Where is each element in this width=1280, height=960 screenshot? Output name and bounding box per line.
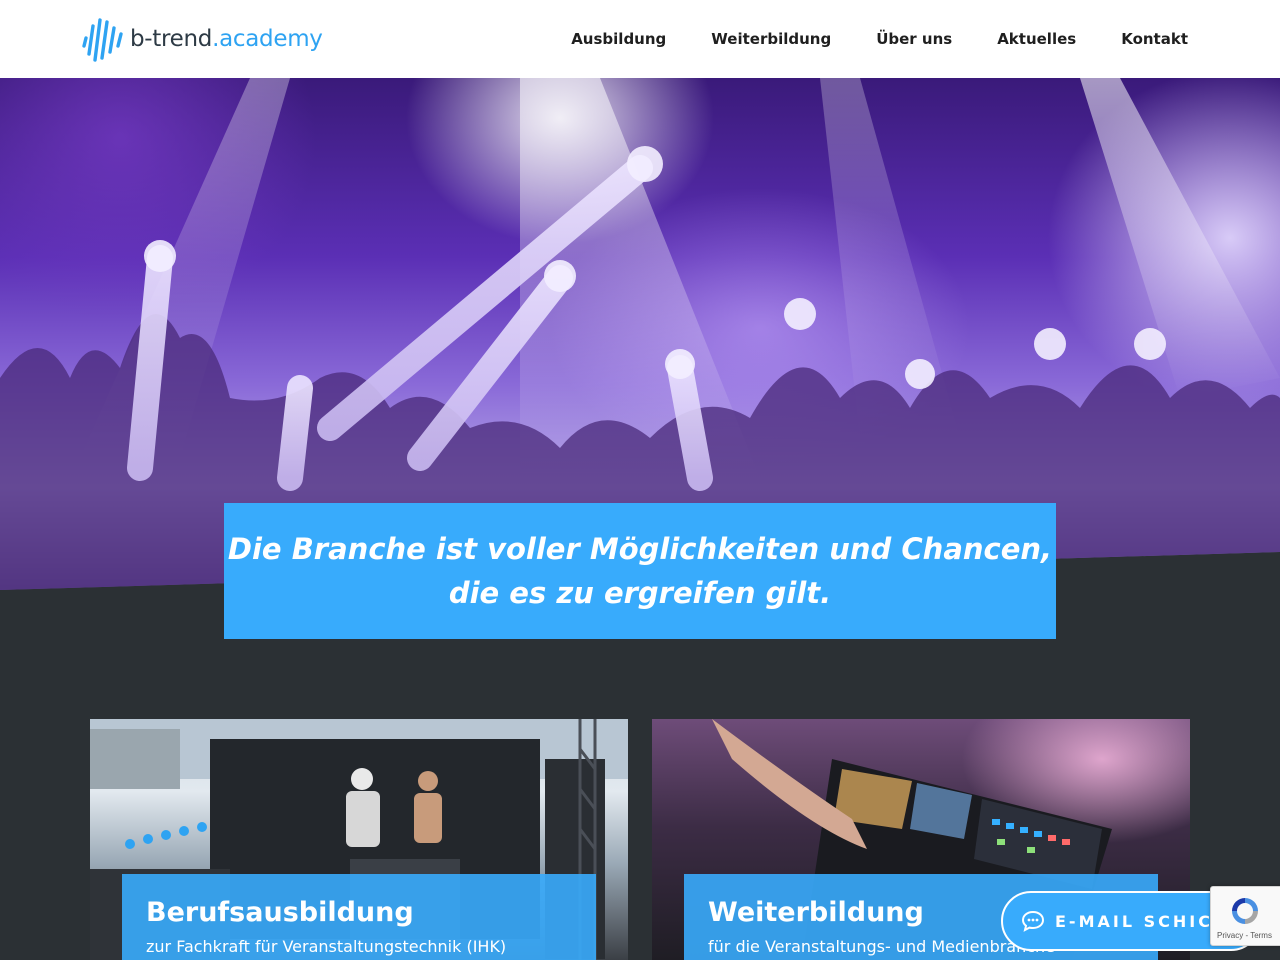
tagline-line-2: die es zu ergreifen gilt.: [448, 576, 832, 610]
nav-item-ueber-uns[interactable]: Über uns: [876, 30, 952, 48]
card-subtitle: zur Fachkraft für Veranstaltungstechnik …: [146, 937, 507, 956]
tagline-line-1: Die Branche ist voller Möglichkeiten und…: [227, 532, 1053, 566]
card-title: Berufsausbildung: [146, 897, 414, 928]
chat-bubble-icon: [1021, 910, 1045, 932]
nav-item-weiterbildung[interactable]: Weiterbildung: [711, 30, 831, 48]
site-logo[interactable]: b-trend.academy: [82, 16, 323, 62]
card-berufsausbildung[interactable]: Berufsausbildung zur Fachkraft für Veran…: [90, 719, 628, 960]
recaptcha-badge[interactable]: Privacy - Terms: [1210, 886, 1280, 946]
card-caption: Berufsausbildung zur Fachkraft für Veran…: [122, 874, 596, 960]
recaptcha-icon: [1229, 895, 1261, 932]
sound-wave-logo-icon: [82, 16, 124, 62]
main-nav: Ausbildung Weiterbildung Über uns Aktuel…: [571, 0, 1188, 78]
nav-item-aktuelles[interactable]: Aktuelles: [997, 30, 1076, 48]
logo-text: b-trend.academy: [130, 26, 323, 52]
recaptcha-links[interactable]: Privacy - Terms: [1217, 931, 1272, 940]
hero-tagline: Die Branche ist voller Möglichkeiten und…: [224, 503, 1056, 639]
nav-item-kontakt[interactable]: Kontakt: [1121, 30, 1188, 48]
nav-item-ausbildung[interactable]: Ausbildung: [571, 30, 666, 48]
site-header: b-trend.academy Ausbildung Weiterbildung…: [0, 0, 1280, 78]
